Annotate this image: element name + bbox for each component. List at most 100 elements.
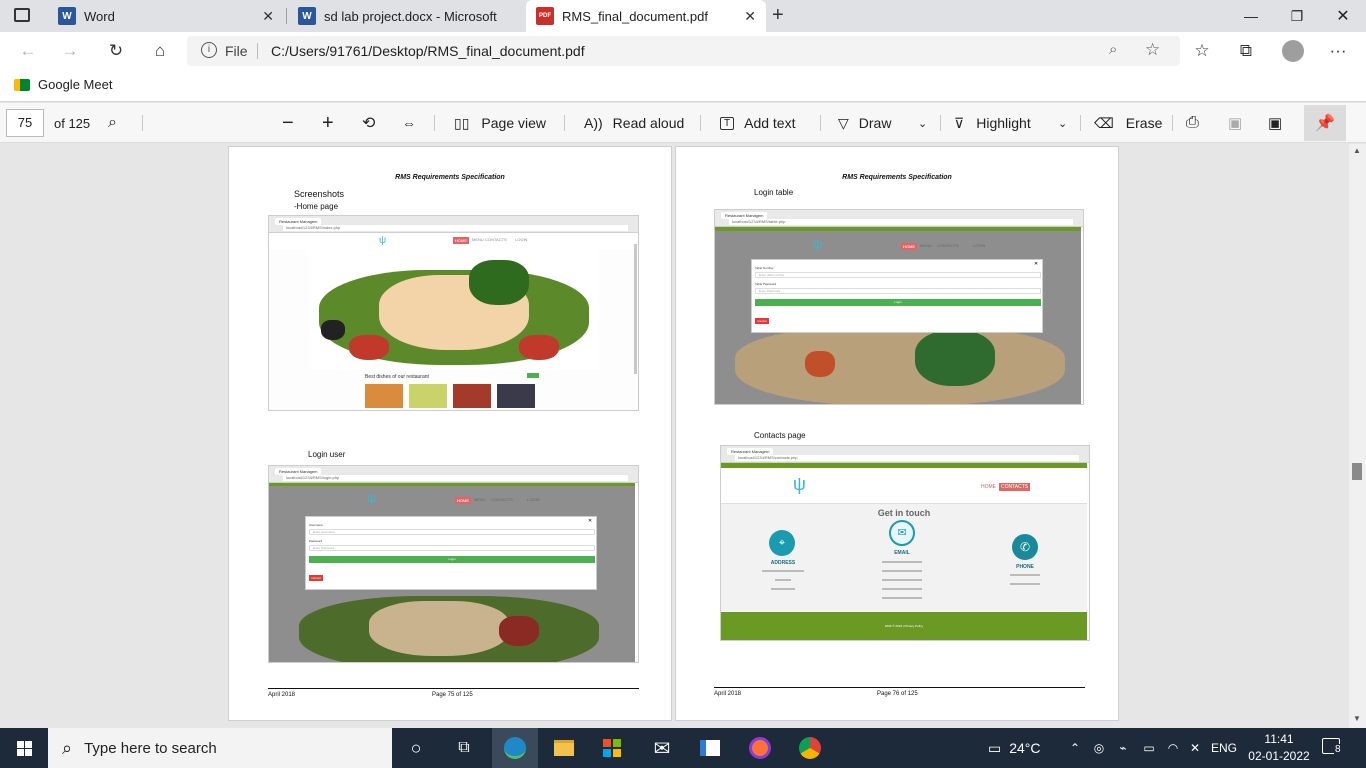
address-bar[interactable]: i File C:/Users/91761/Desktop/RMS_final_…: [187, 36, 1180, 66]
section-heading: Screenshots: [294, 189, 345, 199]
back-button[interactable]: ←: [16, 40, 40, 62]
nav-contacts: CONTACTS: [937, 243, 959, 248]
highlight-icon: ⊽: [954, 114, 965, 131]
email-lines: [876, 558, 928, 608]
highlight-button[interactable]: ⊽ Highlight: [954, 103, 1031, 143]
zoom-in-button[interactable]: +: [322, 103, 334, 143]
table-number-input: Enter table number: [755, 272, 1041, 278]
home-page-screenshot: Restaurant Managem localhost/1234/RMS/ind…: [268, 215, 639, 411]
weather-widget[interactable]: ▭ 24°C: [988, 728, 1041, 768]
draw-options-chevron-icon[interactable]: ⌄: [918, 103, 927, 143]
search-icon[interactable]: ⌕: [108, 103, 117, 143]
scrollbar-thumb[interactable]: [1352, 463, 1362, 480]
word-icon: W: [298, 7, 316, 25]
site-logo-icon: ψ: [367, 490, 377, 505]
pdf-toolbar: 75 of 125 ⌕ − + ⟲ ⇔ ▯▯ Page view A)) Rea…: [0, 103, 1366, 143]
pdf-page-75: RMS Requirements Specification Screensho…: [228, 146, 672, 721]
chrome-icon[interactable]: [788, 728, 832, 768]
add-text-icon: T: [720, 116, 735, 130]
start-button[interactable]: [0, 728, 48, 768]
task-view-icon[interactable]: ⧉: [444, 728, 484, 768]
navigation-bar: ← → ↻ ⌂ i File C:/Users/91761/Desktop/RM…: [0, 32, 1366, 70]
rotate-icon[interactable]: ⟲: [362, 103, 375, 143]
pdf-icon: PDF: [536, 7, 554, 25]
tab-rms-pdf[interactable]: PDF RMS_final_document.pdf ✕: [526, 0, 766, 32]
nav-login: LOGIN: [515, 237, 528, 242]
nav-home: HOME: [455, 497, 471, 504]
taskbar-search-box[interactable]: ⌕ Type here to search: [48, 728, 392, 768]
new-tab-button[interactable]: +: [772, 4, 784, 27]
show-hidden-icons-chevron-icon[interactable]: ⌃: [1066, 728, 1084, 768]
erase-button[interactable]: ⌫ Erase: [1094, 103, 1162, 143]
vertical-scrollbar[interactable]: ▲ ▼: [1349, 144, 1366, 728]
collections-icon[interactable]: ⧉: [1234, 40, 1258, 62]
cortana-icon[interactable]: ○: [396, 728, 436, 768]
store-icon[interactable]: [590, 728, 634, 768]
zoom-icon[interactable]: ⌕: [1109, 41, 1117, 58]
page-view-icon: ▯▯: [454, 114, 470, 131]
file-explorer-icon[interactable]: [542, 728, 586, 768]
firefox-icon[interactable]: [738, 728, 782, 768]
search-icon: ⌕: [62, 737, 73, 758]
tab-word[interactable]: W Word ✕: [48, 0, 284, 32]
volume-muted-icon[interactable]: ✕: [1186, 728, 1204, 768]
refresh-button[interactable]: ↻: [104, 40, 128, 62]
hero-image: [309, 250, 599, 370]
dish-thumbnail: [365, 384, 403, 408]
avatar[interactable]: [1282, 40, 1304, 62]
login-button: Login: [755, 299, 1041, 306]
login-modal: ✕ Username Enter Username Password Enter…: [305, 516, 597, 590]
url-text[interactable]: C:/Users/91761/Desktop/RMS_final_documen…: [271, 43, 585, 59]
tab-actions-icon[interactable]: [14, 8, 30, 22]
save-icon[interactable]: ▣: [1228, 103, 1242, 143]
pdf-viewer[interactable]: RMS Requirements Specification Screensho…: [0, 144, 1366, 728]
page-view-button[interactable]: ▯▯ Page view: [454, 103, 546, 143]
add-text-button[interactable]: T Add text: [720, 103, 795, 143]
mini-browser-chrome: Restaurant Managem localhost/1234/RMS/con…: [721, 446, 1089, 463]
tab-label: RMS_final_document.pdf: [562, 8, 708, 24]
nav-login: LOGIN: [527, 497, 540, 502]
clock[interactable]: 11:41 02-01-2022: [1246, 731, 1312, 765]
close-icon[interactable]: ✕: [262, 8, 274, 25]
home-button[interactable]: ⌂: [148, 40, 172, 62]
page-number-input[interactable]: 75: [6, 109, 44, 137]
mini-browser-chrome: Restaurant Managem localhost/1234/RMS/tab…: [715, 210, 1083, 227]
page-total: of 125: [54, 115, 91, 131]
print-icon[interactable]: ⎙: [1186, 103, 1199, 143]
tab-label: Word: [84, 8, 115, 24]
footer-rule: [714, 687, 1085, 688]
edge-app-icon[interactable]: [492, 728, 538, 768]
wifi-icon[interactable]: ◠: [1164, 728, 1182, 768]
minimize-button[interactable]: —: [1228, 0, 1274, 32]
scroll-down-arrow-icon[interactable]: ▼: [1353, 714, 1361, 723]
read-aloud-button[interactable]: A)) Read aloud: [584, 103, 684, 143]
add-favorite-icon[interactable]: ☆: [1145, 40, 1160, 60]
login-user-screenshot: Restaurant Managem localhost/1234/RMS/log…: [268, 465, 639, 663]
notification-center-button[interactable]: 8: [1322, 736, 1348, 760]
zoom-out-button[interactable]: −: [282, 103, 294, 143]
battery-icon[interactable]: ▭: [1138, 728, 1160, 768]
more-menu-icon[interactable]: ···: [1326, 40, 1350, 62]
scroll-up-arrow-icon[interactable]: ▲: [1353, 146, 1361, 155]
network-icon[interactable]: ⌁: [1114, 728, 1132, 768]
tab-sd-lab-project[interactable]: W sd lab project.docx - Microsoft W: [288, 0, 524, 32]
save-as-icon[interactable]: ▣: [1268, 103, 1282, 143]
restore-button[interactable]: ❐: [1274, 0, 1320, 32]
address-lines: [755, 568, 811, 602]
info-icon[interactable]: i: [201, 42, 217, 58]
language-indicator[interactable]: ENG: [1206, 728, 1242, 768]
highlight-options-chevron-icon[interactable]: ⌄: [1058, 103, 1067, 143]
nav-home: HOME: [901, 243, 917, 250]
favorites-icon[interactable]: ☆: [1190, 40, 1214, 62]
fit-page-icon[interactable]: ⇔: [402, 103, 416, 143]
bookmark-google-meet[interactable]: Google Meet: [14, 77, 112, 92]
meet-now-icon[interactable]: ◎: [1090, 728, 1108, 768]
pin-toolbar-button[interactable]: 📌: [1304, 105, 1346, 141]
site-logo-icon: ψ: [793, 474, 806, 494]
news-icon[interactable]: [688, 728, 732, 768]
close-icon[interactable]: ✕: [744, 8, 756, 25]
draw-button[interactable]: ▽ Draw: [838, 103, 891, 143]
mail-icon[interactable]: ✉: [640, 728, 684, 768]
close-window-button[interactable]: ✕: [1320, 0, 1366, 32]
forward-button[interactable]: →: [58, 40, 82, 62]
